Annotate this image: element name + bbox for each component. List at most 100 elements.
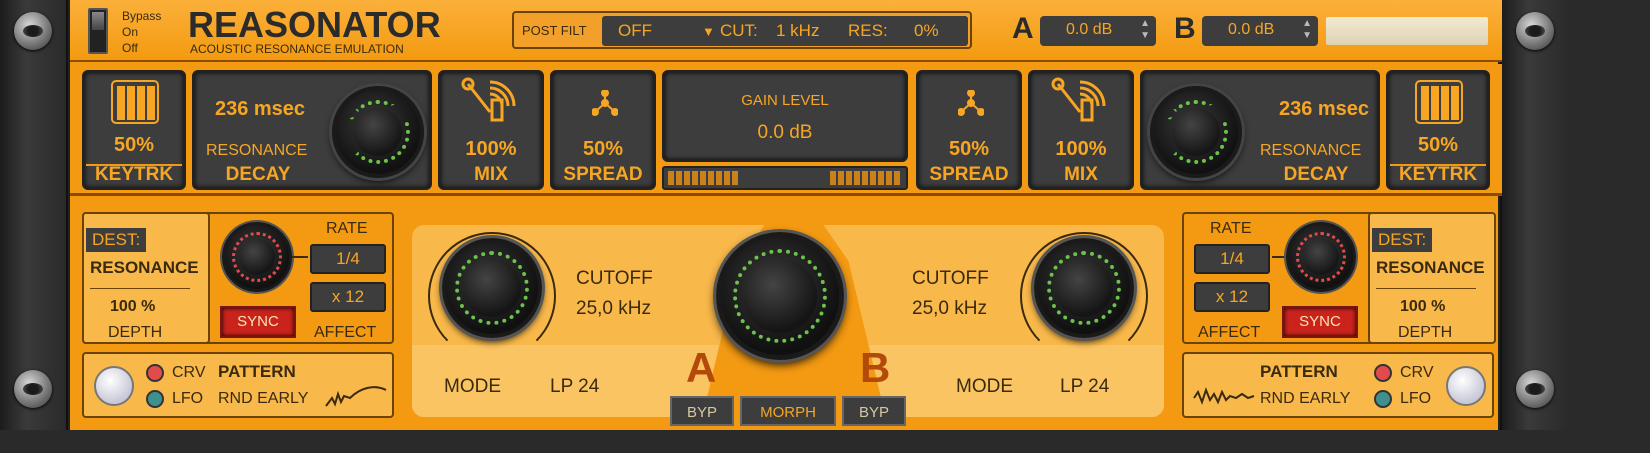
spread-label: SPREAD [563, 164, 643, 185]
bypass-a-button[interactable]: BYP [670, 396, 734, 426]
keytrk-value: 50% [113, 134, 155, 156]
post-filter-mode[interactable]: OFF [618, 21, 652, 41]
resonance-sublabel: RESONANCE [1260, 142, 1362, 159]
crv-led[interactable] [146, 364, 164, 382]
dropdown-arrow-icon[interactable]: ▼ [702, 24, 715, 39]
lfo-led[interactable] [1374, 390, 1392, 408]
gain-level-value: 0.0 dB [757, 122, 813, 143]
bypass-label: Bypass [122, 9, 162, 23]
device-subtitle: ACOUSTIC RESONANCE EMULATION [190, 42, 404, 56]
gain-level-label: GAIN LEVEL [741, 92, 829, 109]
mix-left-module[interactable]: 100% MIX [438, 70, 544, 190]
tape-label [1326, 17, 1488, 45]
spread-value: 50% [948, 138, 990, 160]
spread-left-module[interactable]: 50% SPREAD [550, 70, 656, 190]
crv-led[interactable] [1374, 364, 1392, 382]
gain-meter [662, 166, 908, 190]
multiplier-display[interactable]: x 12 [310, 282, 386, 312]
rate-knob[interactable] [222, 222, 292, 292]
divider [1376, 288, 1476, 289]
sync-button[interactable]: SYNC [1282, 306, 1358, 338]
rate-label: RATE [1210, 220, 1252, 237]
b-gain-label: B [1174, 12, 1196, 45]
spread-icon [591, 89, 619, 116]
a-gain-value: 0.0 dB [1066, 21, 1113, 38]
depth-value[interactable]: 100 % [110, 298, 155, 316]
screw-icon [1516, 370, 1554, 408]
screw-icon [1516, 12, 1554, 50]
pattern-button[interactable] [94, 366, 134, 406]
mallet-resonance-icon [460, 74, 524, 134]
morph-button[interactable]: MORPH [740, 396, 836, 426]
cutoff-b-knob[interactable] [1034, 238, 1134, 338]
decay-left-module: 236 msec RESONANCE DECAY [192, 70, 432, 190]
pattern-label: PATTERN [218, 362, 296, 381]
spread-value: 50% [582, 138, 624, 160]
mode-a-label: MODE [444, 376, 501, 397]
keytrk-right-module[interactable]: 50% KEYTRK [1386, 70, 1490, 190]
resonator-row: 50% KEYTRK 236 msec RESONANCE DECAY 100%… [70, 64, 1502, 196]
spinner-icon[interactable]: ▲ ▼ [1140, 18, 1150, 42]
a-gain-field[interactable]: 0.0 dB ▲ ▼ [1040, 16, 1156, 46]
bypass-b-button[interactable]: BYP [842, 396, 906, 426]
spread-icon [957, 89, 985, 116]
morph-knob[interactable] [716, 232, 844, 360]
depth-label: DEPTH [108, 324, 163, 341]
keytrk-value: 50% [1417, 134, 1459, 156]
pattern-label: PATTERN [1260, 362, 1338, 381]
pattern-left-section: CRV LFO PATTERN RND EARLY [82, 352, 394, 418]
mix-value: 100% [465, 138, 517, 160]
pattern-button[interactable] [1446, 366, 1486, 406]
pattern-value[interactable]: RND EARLY [218, 390, 308, 408]
reasonator-panel: Bypass On Off REASONATOR ACOUSTIC RESONA… [68, 0, 1502, 430]
b-gain-field[interactable]: 0.0 dB ▲ ▼ [1202, 16, 1318, 46]
decay-right-module: 236 msec RESONANCE DECAY [1140, 70, 1380, 190]
sync-button[interactable]: SYNC [220, 306, 296, 338]
rate-display[interactable]: 1/4 [1194, 244, 1270, 274]
bypass-switch[interactable] [88, 8, 108, 54]
cutoff-a-knob[interactable] [442, 238, 542, 338]
cut-value[interactable]: 1 kHz [776, 21, 819, 41]
cutoff-a-value[interactable]: 25,0 kHz [576, 298, 651, 320]
gain-level-display[interactable]: GAIN LEVEL 0.0 dB [662, 70, 908, 162]
affect-label: AFFECT [314, 324, 377, 341]
dest-value[interactable]: RESONANCE [1376, 258, 1485, 278]
lfo-label: LFO [1400, 390, 1432, 407]
lfo-led[interactable] [146, 390, 164, 408]
cutoff-b-value[interactable]: 25,0 kHz [912, 298, 987, 320]
dest-value[interactable]: RESONANCE [90, 258, 199, 278]
rate-knob[interactable] [1286, 222, 1356, 292]
waveform-icon [325, 386, 387, 407]
header: Bypass On Off REASONATOR ACOUSTIC RESONA… [70, 0, 1502, 62]
dest-label: DEST: [86, 228, 147, 252]
connector [292, 256, 308, 258]
waveform-icon [1193, 387, 1255, 405]
rack-ear-right [1500, 0, 1568, 430]
res-value[interactable]: 0% [914, 21, 939, 41]
morph-letter-b: B [860, 344, 891, 391]
mode-a-value[interactable]: LP 24 [550, 376, 599, 398]
screw-icon [14, 12, 52, 50]
spread-label: SPREAD [929, 164, 1009, 185]
multiplier-display[interactable]: x 12 [1194, 282, 1270, 312]
decay-knob[interactable] [332, 86, 424, 178]
screw-icon [14, 370, 52, 408]
mix-label: MIX [1064, 164, 1098, 185]
post-filter-section: POST FILT OFF ▼ CUT: 1 kHz RES: 0% [512, 11, 972, 49]
depth-label: DEPTH [1398, 324, 1453, 341]
spinner-icon[interactable]: ▲ ▼ [1302, 18, 1312, 42]
rate-display[interactable]: 1/4 [310, 244, 386, 274]
res-label: RES: [848, 21, 888, 40]
mix-right-module[interactable]: 100% MIX [1028, 70, 1134, 190]
device-title: REASONATOR [188, 4, 441, 45]
pattern-value[interactable]: RND EARLY [1260, 390, 1350, 408]
mix-value: 100% [1055, 138, 1107, 160]
mode-b-value[interactable]: LP 24 [1060, 376, 1109, 398]
dest-panel: DEST: RESONANCE 100 % DEPTH [82, 212, 210, 344]
mix-label: MIX [474, 164, 508, 185]
mallet-resonance-icon [1050, 74, 1114, 134]
lfo-label: LFO [172, 390, 204, 407]
cutoff-b-label: CUTOFF [912, 268, 989, 289]
spread-right-module[interactable]: 50% SPREAD [916, 70, 1022, 190]
depth-value[interactable]: 100 % [1400, 298, 1445, 316]
